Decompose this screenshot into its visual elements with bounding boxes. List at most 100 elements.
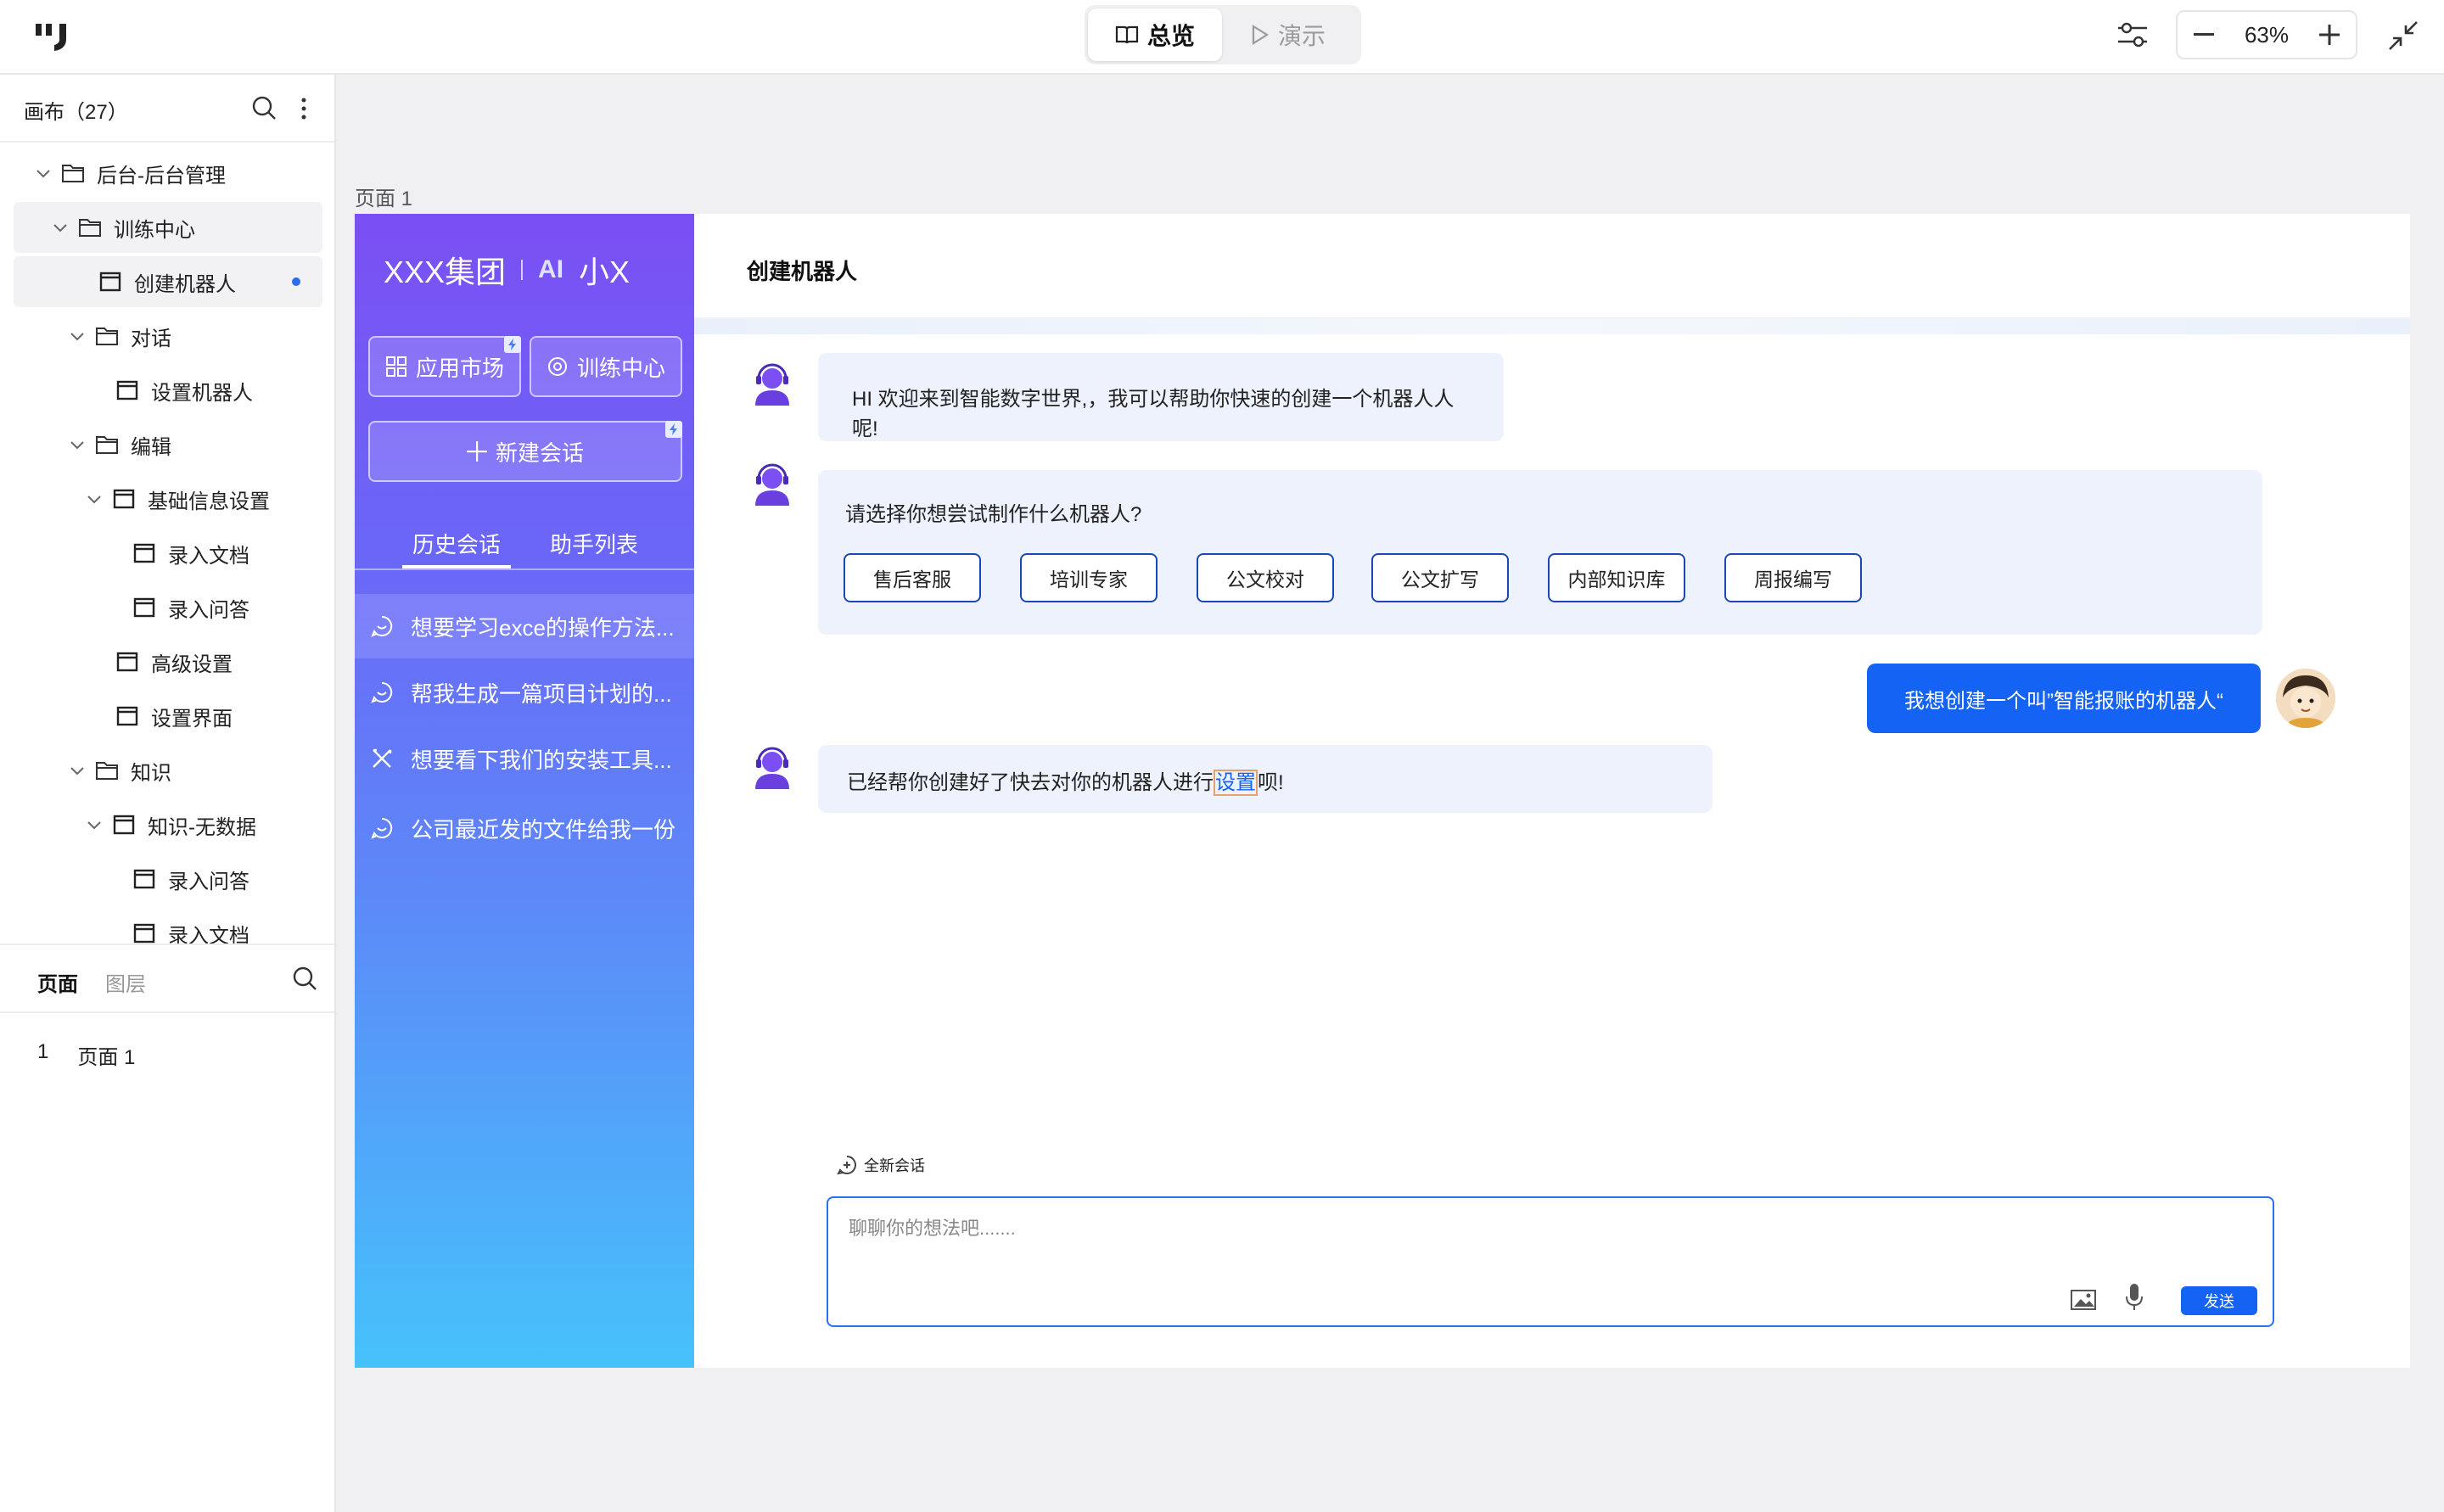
- history-item[interactable]: 帮我生成一篇项目计划的...: [355, 660, 694, 725]
- tree-item-page[interactable]: 录入问答: [14, 854, 322, 904]
- chevron-down-icon[interactable]: [68, 761, 87, 780]
- bot-message-text-suffix: 呗!: [1258, 771, 1284, 794]
- option-chip[interactable]: 售后客服: [844, 553, 981, 602]
- tab-present[interactable]: 演示: [1222, 8, 1354, 61]
- send-button[interactable]: 发送: [2181, 1286, 2257, 1315]
- page-name: 页面 1: [77, 1046, 136, 1069]
- search-icon[interactable]: [292, 966, 317, 991]
- zoom-control: 63%: [2176, 10, 2357, 59]
- chevron-down-icon[interactable]: [85, 815, 104, 834]
- target-icon: [547, 357, 567, 376]
- option-chip[interactable]: 内部知识库: [1548, 553, 1685, 602]
- history-item[interactable]: 想要看下我们的安装工具...: [355, 726, 694, 791]
- zoom-value[interactable]: 63%: [2230, 22, 2303, 48]
- tree-item-folder[interactable]: 后台-后台管理: [14, 148, 322, 199]
- chat-input-box[interactable]: 聊聊你的想法吧....... 发送: [827, 1196, 2274, 1327]
- tree-item-folder[interactable]: 对话: [14, 311, 322, 361]
- book-icon: [1115, 25, 1139, 44]
- bot-message-done: 已经帮你创建好了快去对你的机器人进行设置呗!: [818, 745, 1712, 813]
- tree-item-page-active[interactable]: 创建机器人: [14, 256, 322, 307]
- flash-icon: [665, 421, 682, 438]
- tab-overview-label: 总览: [1146, 23, 1195, 49]
- option-chip[interactable]: 公文扩写: [1371, 553, 1509, 602]
- tree-item-page[interactable]: 知识-无数据: [14, 799, 322, 850]
- tree-item-page[interactable]: 录入文档: [14, 908, 322, 944]
- chevron-down-icon[interactable]: [68, 327, 87, 345]
- tree-item-label: 知识-无数据: [148, 815, 256, 839]
- user-message-text: 我想创建一个叫”智能报账的机器人“: [1904, 689, 2223, 713]
- tree-item-page[interactable]: 录入问答: [14, 582, 322, 633]
- page-icon: [116, 380, 138, 400]
- tab-pages[interactable]: 页面: [37, 967, 78, 997]
- bot-message-text: 请选择你想尝试制作什么机器人?: [845, 503, 1142, 526]
- brand-divider: [521, 260, 524, 280]
- training-center-button[interactable]: 训练中心: [530, 336, 682, 397]
- new-chat-label: 新建会话: [495, 440, 584, 466]
- tab-assistants[interactable]: 助手列表: [550, 528, 638, 559]
- header-decoration: [694, 319, 2410, 334]
- folder-icon: [96, 436, 118, 454]
- tab-layers[interactable]: 图层: [105, 967, 146, 997]
- new-session-button[interactable]: 全新会话: [837, 1154, 925, 1176]
- tree-item-page[interactable]: 设置机器人: [14, 365, 322, 416]
- tree-item-folder[interactable]: 编辑: [14, 419, 322, 470]
- tree-item-label: 编辑: [131, 435, 171, 459]
- plus-icon: [2319, 25, 2340, 45]
- chevron-down-icon[interactable]: [85, 490, 104, 508]
- tab-present-label: 演示: [1277, 23, 1326, 49]
- tree-item-label: 创建机器人: [134, 272, 236, 296]
- tab-overview[interactable]: 总览: [1088, 8, 1222, 61]
- chat-input-placeholder: 聊聊你的想法吧.......: [849, 1218, 1016, 1239]
- page-icon: [133, 869, 155, 889]
- tree-item-page[interactable]: 高级设置: [14, 636, 322, 687]
- search-icon[interactable]: [251, 95, 277, 120]
- chevron-down-icon[interactable]: [34, 164, 53, 182]
- folder-icon: [96, 762, 118, 780]
- settings-link[interactable]: 设置: [1214, 770, 1258, 796]
- user-avatar[interactable]: [2276, 669, 2335, 728]
- tab-history[interactable]: 历史会话: [412, 528, 501, 559]
- active-tab-underline: [402, 565, 511, 568]
- brand: XXX集团 AI 小X: [384, 248, 630, 292]
- left-panel: 画布（27） 后台-后台管理 训练中心 创建机器人 对话 设置机器人 编辑 基础…: [0, 75, 336, 1512]
- app-market-button[interactable]: 应用市场: [368, 336, 521, 397]
- tree-item-label: 设置机器人: [151, 381, 253, 405]
- chevron-down-icon[interactable]: [68, 435, 87, 454]
- tree-item-page[interactable]: 录入文档: [14, 528, 322, 579]
- option-chip[interactable]: 周报编写: [1724, 553, 1862, 602]
- tree-item-label: 训练中心: [114, 218, 195, 242]
- zoom-out-button[interactable]: [2178, 12, 2230, 58]
- more-vertical-icon[interactable]: [300, 97, 307, 120]
- settings-sliders-icon[interactable]: [2116, 20, 2149, 49]
- folder-icon: [79, 219, 101, 237]
- history-item[interactable]: 公司最近发的文件给我一份: [355, 796, 694, 860]
- chat-icon: [371, 681, 393, 703]
- app-logo[interactable]: [34, 20, 73, 54]
- zoom-in-button[interactable]: [2303, 12, 2356, 58]
- history-item-label: 想要学习exce的操作方法...: [411, 614, 675, 641]
- history-item-label: 帮我生成一篇项目计划的...: [411, 680, 672, 707]
- page-list-item[interactable]: 1 页面 1: [37, 1040, 135, 1070]
- tree-item-label: 录入问答: [168, 870, 249, 893]
- collapse-icon[interactable]: [2388, 20, 2419, 51]
- microphone-icon[interactable]: [2125, 1283, 2144, 1312]
- option-chip[interactable]: 培训专家: [1020, 553, 1158, 602]
- bot-message-text: 已经帮你创建好了快去对你的机器人进行: [847, 771, 1214, 794]
- new-session-label: 全新会话: [864, 1157, 925, 1174]
- tree-item-folder[interactable]: 知识: [14, 745, 322, 796]
- grid-icon: [385, 356, 406, 377]
- new-chat-icon: [837, 1156, 856, 1175]
- tree-item-folder[interactable]: 训练中心: [14, 202, 322, 253]
- left-panel-tabs: 页面 图层: [0, 944, 334, 1013]
- history-item[interactable]: 想要学习exce的操作方法...: [355, 594, 694, 658]
- new-chat-button[interactable]: 新建会话: [368, 421, 682, 482]
- tree-item-page[interactable]: 基础信息设置: [14, 473, 322, 524]
- tree-item-page[interactable]: 设置界面: [14, 691, 322, 742]
- tree-item-label: 录入问答: [168, 598, 249, 622]
- chevron-down-icon[interactable]: [51, 218, 70, 237]
- option-chip[interactable]: 公文校对: [1197, 553, 1334, 602]
- history-item-label: 公司最近发的文件给我一份: [411, 816, 676, 843]
- chat-main-area: 创建机器人 HI 欢迎来到智能数字世界,，我可以帮助你快速的创建一个机器人人呢!…: [694, 214, 2410, 1368]
- image-icon[interactable]: [2071, 1290, 2096, 1310]
- bot-message-greeting: HI 欢迎来到智能数字世界,，我可以帮助你快速的创建一个机器人人呢!: [818, 353, 1504, 441]
